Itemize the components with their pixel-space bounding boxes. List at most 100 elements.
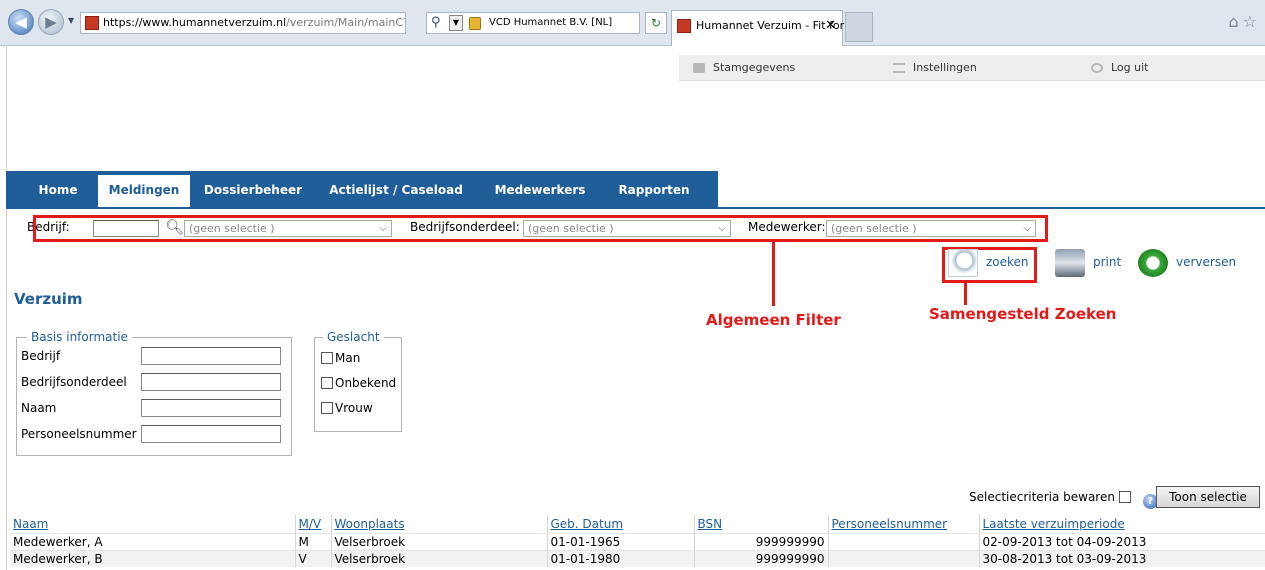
- cell-bsn: 999999990: [693, 532, 828, 550]
- logout-link[interactable]: Log uit: [1091, 55, 1149, 81]
- home-icon[interactable]: ⌂: [1229, 12, 1243, 31]
- toon-selectie-button[interactable]: Toon selectie: [1156, 486, 1260, 508]
- browser-toolbar-icons: ⌂☆: [1229, 12, 1262, 31]
- onbekend-option[interactable]: Onbekend: [321, 376, 396, 390]
- print-button[interactable]: print: [1055, 245, 1121, 279]
- verversen-label: verversen: [1176, 255, 1237, 269]
- settings-icon: [893, 63, 905, 73]
- nav-item-actielijst[interactable]: Actielijst / Caseload: [316, 171, 476, 209]
- column-header-bsn[interactable]: BSN: [693, 515, 828, 533]
- personeelsnummer-field[interactable]: [141, 425, 281, 443]
- close-icon[interactable]: ✕: [825, 11, 836, 41]
- geslacht-legend: Geslacht: [323, 330, 384, 344]
- cell-woonplaats: Velserbroek: [330, 549, 547, 567]
- bedrijf-field[interactable]: [141, 347, 281, 365]
- table-row[interactable]: Medewerker, A M Velserbroek 01-01-1965 9…: [10, 532, 1265, 550]
- nav-item-home[interactable]: Home: [22, 171, 94, 209]
- filter-highlight-box: [33, 215, 1048, 242]
- cell-naam: Medewerker, A: [10, 532, 295, 550]
- tab-title: Humannet Verzuim - Fit for t...: [696, 19, 863, 32]
- man-option[interactable]: Man: [321, 351, 360, 365]
- forward-button[interactable]: ▶: [38, 9, 64, 35]
- cell-naam: Medewerker, B: [10, 549, 295, 567]
- cell-geb-datum: 01-01-1980: [546, 549, 694, 567]
- man-label: Man: [335, 351, 361, 365]
- site-favicon-icon: [85, 16, 99, 30]
- zoeken-callout-line: [964, 283, 967, 305]
- man-checkbox[interactable]: [321, 352, 333, 364]
- cell-mv: V: [294, 549, 331, 567]
- basis-informatie-fieldset: Basis informatie Bedrijf Bedrijfsonderde…: [16, 330, 292, 456]
- new-tab-button[interactable]: [845, 12, 873, 42]
- naam-field[interactable]: [141, 399, 281, 417]
- cell-mv: M: [294, 532, 331, 550]
- main-nav: Home Meldingen Dossierbeheer Actielijst …: [6, 171, 1265, 209]
- nav-item-dossierbeheer[interactable]: Dossierbeheer: [196, 171, 310, 209]
- url-host: https://www.humannetverzuim.nl: [103, 16, 287, 29]
- back-button[interactable]: ◀: [8, 9, 34, 35]
- table-header-row: Naam M/V Woonplaats Geb. Datum BSN Perso…: [10, 515, 1265, 533]
- vrouw-option[interactable]: Vrouw: [321, 401, 373, 415]
- bewaren-checkbox[interactable]: [1118, 491, 1131, 503]
- selectiecriteria-bewaren: Selectiecriteria bewaren ?: [969, 490, 1158, 509]
- page-title: Verzuim: [14, 290, 83, 308]
- naam-field-label: Naam: [21, 401, 57, 415]
- browser-tab[interactable]: Humannet Verzuim - Fit for t... ✕: [671, 10, 862, 46]
- instellingen-link[interactable]: Instellingen: [893, 55, 977, 81]
- bedrijfsonderdeel-field-label: Bedrijfsonderdeel: [21, 375, 127, 389]
- basis-informatie-legend: Basis informatie: [27, 330, 132, 344]
- column-header-mv[interactable]: M/V: [294, 515, 331, 533]
- bedrijfsonderdeel-field[interactable]: [141, 373, 281, 391]
- cell-laatste-verzuimperiode: 30-08-2013 tot 03-09-2013: [978, 549, 1265, 567]
- history-dropdown-icon[interactable]: ▼: [68, 16, 74, 25]
- filter-callout-line: [772, 242, 775, 306]
- refresh-icon[interactable]: ↻: [645, 12, 667, 34]
- zoeken-button[interactable]: zoeken: [948, 245, 1029, 279]
- filter-annotation-label: Algemeen Filter: [706, 311, 841, 329]
- tab-favicon-icon: [677, 19, 691, 33]
- refresh-icon: [1138, 248, 1168, 277]
- instellingen-label: Instellingen: [913, 61, 977, 74]
- stamgegevens-link[interactable]: Stamgegevens: [693, 55, 795, 81]
- app-toolbar: Stamgegevens Instellingen Log uit: [679, 55, 1265, 81]
- folder-icon: [693, 63, 705, 73]
- nav-item-meldingen[interactable]: Meldingen: [98, 175, 190, 209]
- address-tools: ⚲ ▼ VCD Humannet B.V. [NL]: [426, 12, 640, 34]
- nav-item-rapporten[interactable]: Rapporten: [604, 171, 704, 209]
- nav-underline: [6, 207, 1265, 209]
- magnifier-icon: [948, 248, 978, 277]
- column-header-laatste-verzuimperiode[interactable]: Laatste verzuimperiode: [978, 515, 1265, 533]
- verversen-button[interactable]: verversen: [1138, 245, 1236, 279]
- onbekend-checkbox[interactable]: [321, 377, 333, 389]
- cell-laatste-verzuimperiode: 02-09-2013 tot 04-09-2013: [978, 532, 1265, 550]
- column-header-naam[interactable]: Naam: [10, 515, 295, 533]
- stamgegevens-label: Stamgegevens: [713, 61, 796, 74]
- bedrijf-field-label: Bedrijf: [21, 349, 61, 363]
- chevron-down-icon[interactable]: ▼: [449, 15, 463, 31]
- address-bar[interactable]: https://www.humannetverzuim.nl/verzuim/M…: [80, 12, 406, 34]
- table-row[interactable]: Medewerker, B V Velserbroek 01-01-1980 9…: [10, 549, 1265, 567]
- personeelsnummer-field-label: Personeelsnummer: [21, 427, 137, 441]
- nav-item-medewerkers[interactable]: Medewerkers: [490, 171, 590, 209]
- column-header-geb-datum[interactable]: Geb. Datum: [546, 515, 694, 533]
- nav-filler: [718, 171, 1265, 209]
- page-border: [6, 46, 7, 570]
- lock-icon[interactable]: [469, 17, 481, 30]
- certificate-label[interactable]: VCD Humannet B.V. [NL]: [489, 13, 612, 33]
- url-path: /verzuim/Main/mainC7.aspx: [286, 16, 405, 29]
- onbekend-label: Onbekend: [335, 376, 397, 390]
- cell-personeelsnummer: [827, 532, 979, 550]
- star-icon[interactable]: ☆: [1243, 12, 1261, 31]
- bewaren-label: Selectiecriteria bewaren: [969, 490, 1115, 504]
- geslacht-fieldset: Geslacht Man Onbekend Vrouw: [314, 330, 402, 432]
- zoeken-annotation-label: Samengesteld Zoeken: [929, 305, 1117, 323]
- results-table: Naam M/V Woonplaats Geb. Datum BSN Perso…: [10, 515, 1265, 567]
- cell-bsn: 999999990: [693, 549, 828, 567]
- power-icon: [1091, 63, 1103, 73]
- printer-icon: [1055, 248, 1085, 277]
- column-header-personeelsnummer[interactable]: Personeelsnummer: [827, 515, 979, 533]
- vrouw-checkbox[interactable]: [321, 402, 333, 414]
- vrouw-label: Vrouw: [335, 401, 373, 415]
- column-header-woonplaats[interactable]: Woonplaats: [330, 515, 547, 533]
- search-icon[interactable]: ⚲: [431, 13, 441, 33]
